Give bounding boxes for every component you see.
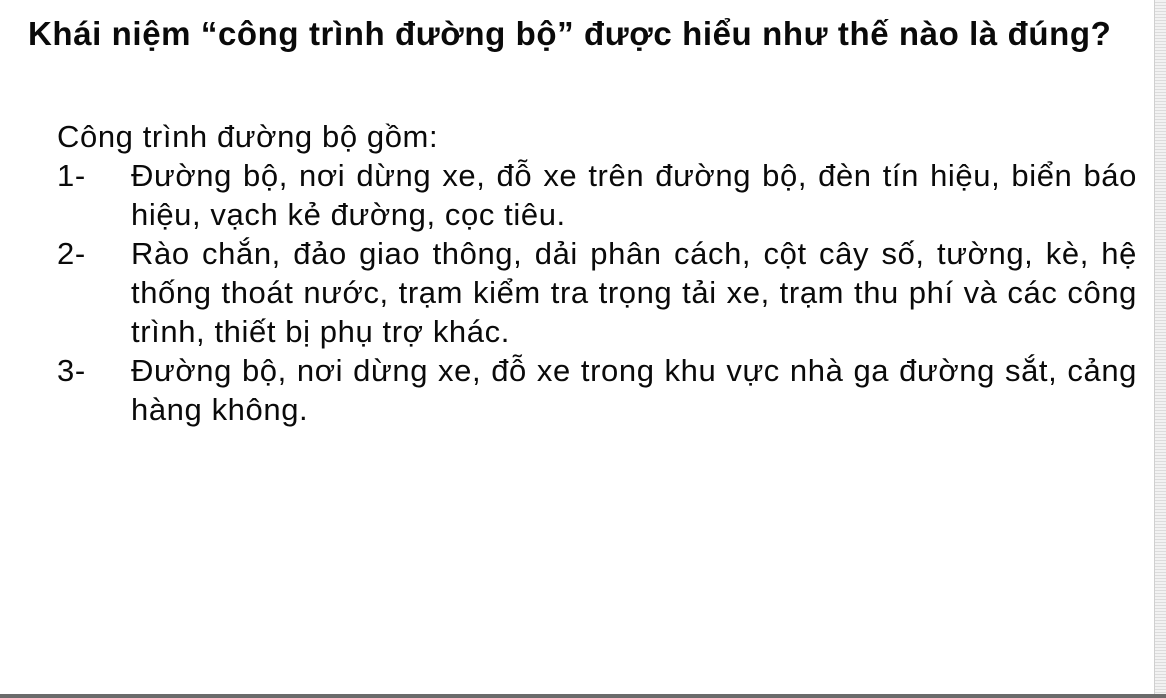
answer-option-3[interactable]: 3- Đường bộ, nơi dừng xe, đỗ xe trong kh… [57,351,1137,429]
question-page: Khái niệm “công trình đường bộ” được hiể… [0,0,1154,694]
bottom-border [0,694,1166,698]
answer-block: Công trình đường bộ gồm: 1- Đường bộ, nơ… [57,117,1137,429]
option-number: 2- [57,236,86,271]
vertical-scrollbar[interactable] [1154,0,1166,694]
option-text: Rào chắn, đảo giao thông, dải phân cách,… [131,236,1137,349]
option-number: 1- [57,158,86,193]
answer-option-1[interactable]: 1- Đường bộ, nơi dừng xe, đỗ xe trên đườ… [57,156,1137,234]
question-title: Khái niệm “công trình đường bộ” được hiể… [28,15,1112,52]
option-text: Đường bộ, nơi dừng xe, đỗ xe trên đường … [131,158,1137,232]
answer-intro: Công trình đường bộ gồm: [57,119,439,154]
option-number: 3- [57,353,86,388]
answer-options: 1- Đường bộ, nơi dừng xe, đỗ xe trên đườ… [57,156,1137,429]
option-text: Đường bộ, nơi dừng xe, đỗ xe trong khu v… [131,353,1137,427]
answer-option-2[interactable]: 2- Rào chắn, đảo giao thông, dải phân cá… [57,234,1137,351]
